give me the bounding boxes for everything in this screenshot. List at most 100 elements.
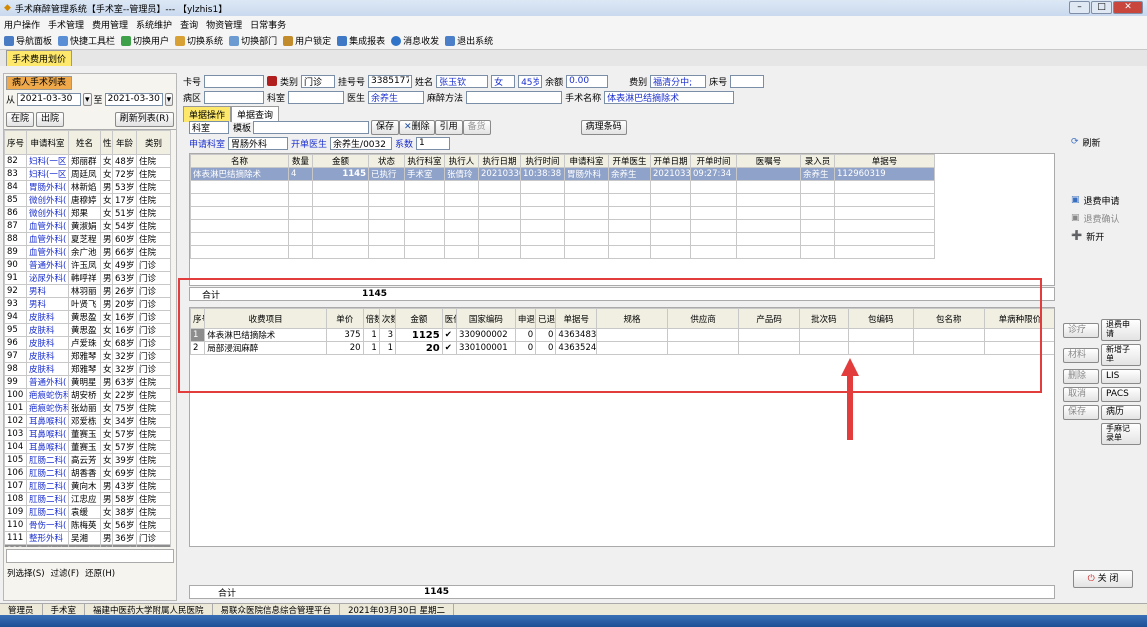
menu-daily[interactable]: 日常事务	[250, 18, 286, 31]
cancel-button[interactable]: 取消	[1063, 387, 1099, 402]
toolbar-switch-dept[interactable]: 切换部门	[229, 34, 277, 47]
col-sex[interactable]: 性别	[100, 130, 113, 155]
patient-row[interactable]: 86 微创外科(郑果女 51岁 住院	[4, 206, 171, 220]
anes-input[interactable]	[466, 90, 563, 104]
col-dept[interactable]: 申请科室	[26, 130, 69, 155]
top-col-header[interactable]: 执行日期	[478, 154, 521, 168]
date-from-input[interactable]	[17, 92, 82, 106]
top-col-header[interactable]: 申请科室	[564, 154, 609, 168]
restore-button[interactable]: 还原(H)	[85, 567, 115, 579]
patient-row[interactable]: 95 皮肤科 黄思盈女 16岁 门诊	[4, 323, 171, 337]
menu-surgery[interactable]: 手术管理	[48, 18, 84, 31]
patient-row[interactable]: 112胃肠外科张玉钦女45岁门诊	[4, 544, 171, 547]
col-seq[interactable]: 序号	[4, 130, 27, 155]
patient-row[interactable]: 96 皮肤科 卢爱珠女 68岁 门诊	[4, 336, 171, 350]
patient-row[interactable]: 104 耳鼻喉科(董赛玉女 57岁 住院	[4, 440, 171, 454]
patient-row[interactable]: 107 肛肠二科(黄向木男 43岁 住院	[4, 479, 171, 493]
new-bill-button[interactable]: ➕ 新开	[1067, 227, 1143, 245]
top-col-header[interactable]: 执行科室	[404, 154, 445, 168]
refresh-button[interactable]: ⟳ 刷新	[1067, 133, 1143, 151]
refund-confirm-button[interactable]: ▣ 退费确认	[1067, 209, 1143, 227]
top-col-header[interactable]: 开单日期	[650, 154, 691, 168]
card-input[interactable]	[204, 74, 265, 88]
toolbar-switch-system[interactable]: 切换系统	[175, 34, 223, 47]
patient-row[interactable]: 91 泌尿外科(韩呼祥男 63岁 门诊	[4, 271, 171, 285]
top-col-header[interactable]: 录入员	[800, 154, 835, 168]
toolbar-lock[interactable]: 用户锁定	[283, 34, 331, 47]
patient-row[interactable]: 82 妇科(一区 郑丽群女 48岁 住院	[4, 154, 171, 168]
tab-patient-list[interactable]: 病人手术列表	[6, 76, 73, 90]
date-to-dropdown[interactable]: ▾	[164, 92, 174, 106]
template-input[interactable]	[253, 120, 370, 134]
toolbar-nav[interactable]: 导航面板	[4, 34, 52, 47]
close-button[interactable]: ⏻ 关 闭	[1073, 570, 1133, 588]
bed-input[interactable]	[730, 74, 765, 88]
menu-user[interactable]: 用户操作	[4, 18, 40, 31]
toolbar-switch-user[interactable]: 切换用户	[121, 34, 169, 47]
patient-row[interactable]: 97 皮肤科 郑雅琴女 32岁 门诊	[4, 349, 171, 363]
col-age[interactable]: 年龄	[112, 130, 137, 155]
card-reader-icon[interactable]	[267, 76, 278, 86]
patient-row[interactable]: 103 耳鼻喉科(董赛玉女 57岁 住院	[4, 427, 171, 441]
coef-stepper[interactable]	[416, 136, 451, 150]
patient-row[interactable]: 106 肛肠二科(胡香香女 69岁 住院	[4, 466, 171, 480]
top-col-header[interactable]: 状态	[368, 154, 405, 168]
patient-row[interactable]: 89 血管外科(余广池男 66岁 住院	[4, 245, 171, 259]
top-col-header[interactable]: 名称	[190, 154, 289, 168]
dept-input[interactable]	[288, 90, 345, 104]
save-side-button[interactable]: 保存	[1063, 405, 1099, 420]
lis-button[interactable]: LIS	[1101, 369, 1141, 384]
reference-button[interactable]: 引用	[434, 119, 463, 135]
bill-doctor-select[interactable]	[330, 136, 393, 150]
patient-row[interactable]: 92 男科 林羽丽男 26岁 门诊	[4, 284, 171, 298]
toolbar-message[interactable]: 消息收发	[391, 34, 439, 47]
dept-dropdown[interactable]	[189, 120, 229, 134]
patient-row[interactable]: 90 普通外科(许玉凤女 49岁 门诊	[4, 258, 171, 272]
tab-fee-pricing[interactable]: 手术费用划价	[6, 50, 73, 66]
reg-input[interactable]	[368, 74, 413, 88]
patient-row[interactable]: 94 皮肤科 黄思盈女 16岁 门诊	[4, 310, 171, 324]
diagnosis-button[interactable]: 诊疗	[1063, 322, 1099, 338]
minimize-button[interactable]: –	[1069, 1, 1090, 14]
patient-row[interactable]: 87 血管外科(黄淑娟女 54岁 住院	[4, 219, 171, 233]
refund-apply-button[interactable]: ▣ 退费申请	[1067, 191, 1143, 209]
type-select[interactable]	[301, 74, 336, 88]
material-button[interactable]: 材料	[1063, 347, 1099, 363]
name-input[interactable]	[436, 74, 489, 88]
patient-row[interactable]: 109 肛肠二科(袁缓女 38岁 住院	[4, 505, 171, 519]
maximize-button[interactable]: □	[1091, 1, 1112, 14]
op-input[interactable]	[604, 90, 735, 104]
menu-system[interactable]: 系统维护	[136, 18, 172, 31]
toolbar-exit[interactable]: 退出系统	[445, 34, 493, 47]
patient-row[interactable]: 99 普通外科(黄明星男 63岁 住院	[4, 375, 171, 389]
top-col-header[interactable]: 医嘱号	[736, 154, 801, 168]
menu-query[interactable]: 查询	[180, 18, 198, 31]
sex-input[interactable]	[491, 74, 516, 88]
ward-input[interactable]	[204, 90, 265, 104]
patient-row[interactable]: 111 整形外科 吴湘男 36岁 门诊	[4, 531, 171, 545]
patient-row[interactable]: 88 血管外科(夏芝程男 60岁 住院	[4, 232, 171, 246]
save-top-button[interactable]: 保存	[371, 119, 400, 135]
add-sub-bill-button[interactable]: 新增子单	[1101, 344, 1141, 366]
menu-material[interactable]: 物资管理	[206, 18, 242, 31]
patient-row[interactable]: 105 肛肠二科(高云芳女 39岁 住院	[4, 453, 171, 467]
pacs-button[interactable]: PACS	[1101, 387, 1141, 402]
patient-row[interactable]: 101 疤痕蛇伤科 张幼丽女 75岁 住院	[4, 401, 171, 415]
outpatient-button[interactable]: 出院	[36, 111, 65, 127]
col-type[interactable]: 类别	[136, 130, 171, 155]
top-col-header[interactable]: 开单时间	[690, 154, 737, 168]
patient-row[interactable]: 102 耳鼻喉科(邓爱栋女 34岁 住院	[4, 414, 171, 428]
backup-button[interactable]: 备货	[462, 119, 491, 135]
apply-dept-input[interactable]	[228, 136, 289, 150]
delete-side-button[interactable]: 删除	[1063, 369, 1099, 384]
inpatient-button[interactable]: 在院	[6, 111, 35, 127]
patient-row[interactable]: 84 胃肠外科(林新焰男 53岁 住院	[4, 180, 171, 194]
delete-top-button[interactable]: ✕删除	[399, 119, 435, 135]
anesthesia-record-button[interactable]: 手麻记录单	[1101, 423, 1141, 445]
pathology-barcode-button[interactable]: 病理条码	[580, 119, 627, 135]
refund-apply-side-button[interactable]: 退费申请	[1101, 319, 1141, 341]
top-col-header[interactable]: 单据号	[834, 154, 935, 168]
refresh-list-button[interactable]: 刷新列表(R)	[114, 111, 174, 127]
col-name[interactable]: 姓名	[68, 130, 101, 155]
top-col-header[interactable]: 开单医生	[608, 154, 651, 168]
